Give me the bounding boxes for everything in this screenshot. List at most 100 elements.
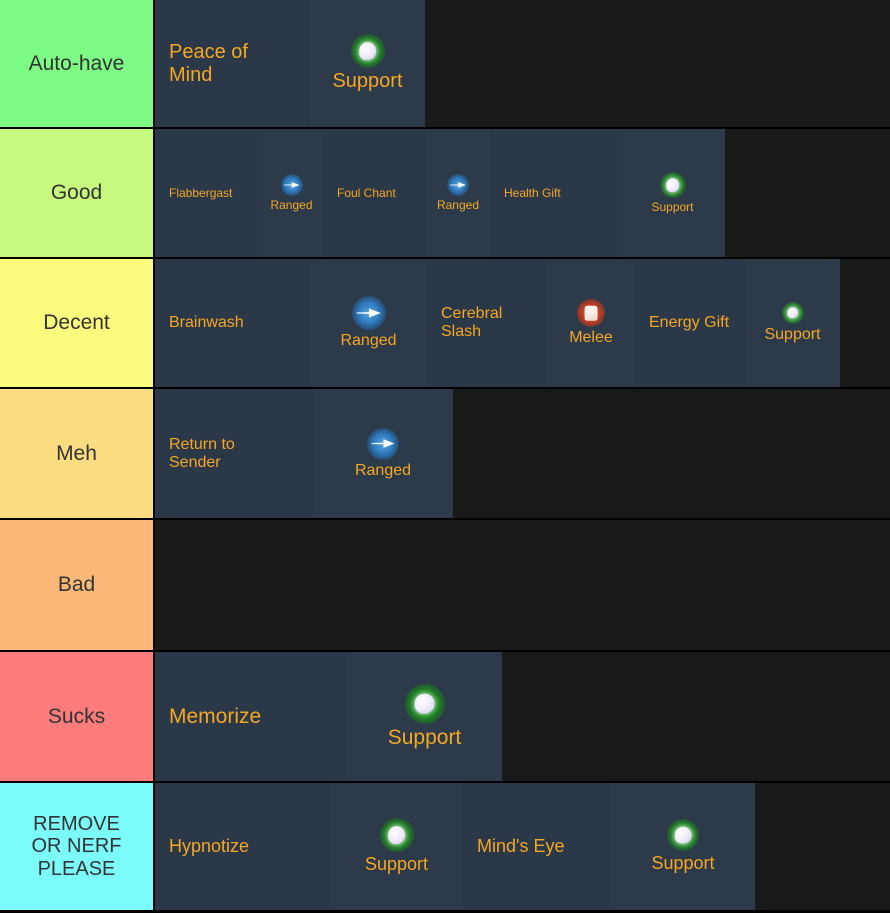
item-name-tile[interactable]: Peace of Mind <box>155 0 310 127</box>
tier-item-card[interactable]: Flabbergast Ranged <box>155 129 323 257</box>
ranged-orb-icon <box>367 427 399 460</box>
ranged-orb-glyph <box>356 308 381 318</box>
item-type-tile[interactable]: Support <box>330 783 463 910</box>
tier-label-decent[interactable]: Decent <box>0 259 155 389</box>
ranged-orb-icon <box>280 174 303 196</box>
item-type-tile[interactable]: Support <box>611 783 755 910</box>
support-orb-icon <box>350 34 385 68</box>
item-name-text: Return to Sender <box>169 435 235 471</box>
item-type-text: Ranged <box>270 198 313 212</box>
item-type-tile[interactable]: Support <box>347 652 502 781</box>
melee-orb-icon <box>577 299 605 327</box>
tier-item-card[interactable]: Energy Gift Support <box>635 259 840 387</box>
tier-label-text: REMOVE OR NERF PLEASE <box>31 812 122 880</box>
support-orb-icon <box>404 683 445 724</box>
item-type-tile[interactable]: Ranged <box>426 129 490 257</box>
tier-item-card[interactable]: Peace of Mind Support <box>155 0 425 127</box>
item-type-text: Ranged <box>340 332 397 349</box>
tier-drop-area[interactable] <box>155 520 890 650</box>
tier-label-auto-have[interactable]: Auto-have <box>0 0 155 129</box>
item-name-text: Brainwash <box>169 314 244 331</box>
tier-item-card[interactable]: Memorize Support <box>155 652 502 781</box>
tier-label-remove-or-nerf-please[interactable]: REMOVE OR NERF PLEASE <box>0 783 155 912</box>
item-type-text: Melee <box>569 329 613 346</box>
item-name-text: Energy Gift <box>649 314 730 331</box>
item-name-tile[interactable]: Brainwash <box>155 259 310 387</box>
support-orb-icon <box>667 819 699 851</box>
support-orb-glyph <box>387 826 406 844</box>
support-orb-icon <box>379 818 414 852</box>
item-name-tile[interactable]: Cerebral Slash <box>427 259 547 387</box>
tier-row: Auto-have Peace of Mind Support <box>0 0 890 129</box>
tier-drop-area[interactable]: Flabbergast Ranged Foul Chant Ranged Health … <box>155 129 890 257</box>
tier-label-text: Meh <box>56 441 97 465</box>
item-name-tile[interactable]: Hypnotize <box>155 783 330 910</box>
item-type-text: Support <box>387 725 462 749</box>
tier-item-card[interactable]: Hypnotize Support <box>155 783 463 910</box>
tier-item-strip: Return to Sender Ranged <box>155 389 453 518</box>
tier-item-card[interactable]: Health Gift Support <box>490 129 725 257</box>
tier-item-card[interactable]: Foul Chant Ranged <box>323 129 490 257</box>
tier-label-text: Bad <box>57 573 96 597</box>
item-name-tile[interactable]: Health Gift <box>490 129 620 257</box>
item-type-tile[interactable]: Melee <box>547 259 635 387</box>
item-type-tile[interactable]: Support <box>745 259 840 387</box>
tier-drop-area[interactable]: Return to Sender Ranged <box>155 389 890 518</box>
item-name-tile[interactable]: Mind's Eye <box>463 783 611 910</box>
item-name-text: Hypnotize <box>169 836 250 856</box>
item-type-text: Support <box>764 326 821 343</box>
item-name-tile[interactable]: Return to Sender <box>155 389 313 518</box>
ranged-orb-glyph <box>371 439 395 448</box>
item-name-text: Peace of Mind <box>169 40 248 86</box>
item-name-tile[interactable]: Foul Chant <box>323 129 426 257</box>
tier-row: REMOVE OR NERF PLEASE Hypnotize Support Min… <box>0 783 890 912</box>
item-type-tile[interactable]: Support <box>620 129 725 257</box>
support-orb-glyph <box>674 826 692 844</box>
item-name-text: Foul Chant <box>337 186 396 200</box>
tier-label-sucks[interactable]: Sucks <box>0 652 155 783</box>
tier-list-board: Auto-have Peace of Mind Support Good Flabber… <box>0 0 890 913</box>
ranged-orb-icon <box>447 174 469 196</box>
support-orb-icon <box>781 302 804 324</box>
tier-label-text: Auto-have <box>28 51 125 75</box>
tier-label-good[interactable]: Good <box>0 129 155 259</box>
ranged-orb-glyph <box>450 182 466 188</box>
tier-row: Sucks Memorize Support <box>0 652 890 783</box>
tier-label-bad[interactable]: Bad <box>0 520 155 652</box>
tier-drop-area[interactable]: Brainwash Ranged Cerebral Slash Melee Energy… <box>155 259 890 387</box>
item-name-tile[interactable]: Memorize <box>155 652 347 781</box>
item-type-text: Support <box>332 70 403 92</box>
tier-row: Bad <box>0 520 890 652</box>
item-type-tile[interactable]: Support <box>310 0 425 127</box>
item-type-tile[interactable]: Ranged <box>260 129 323 257</box>
tier-drop-area[interactable]: Hypnotize Support Mind's Eye Support <box>155 783 890 910</box>
item-type-tile[interactable]: Ranged <box>313 389 453 518</box>
support-orb-icon <box>659 172 686 198</box>
item-type-tile[interactable]: Ranged <box>310 259 427 387</box>
tier-label-text: Sucks <box>47 704 106 728</box>
item-name-tile[interactable]: Energy Gift <box>635 259 745 387</box>
support-orb-glyph <box>358 42 377 60</box>
tier-drop-area[interactable]: Peace of Mind Support <box>155 0 890 127</box>
tier-label-meh[interactable]: Meh <box>0 389 155 520</box>
item-name-text: Flabbergast <box>169 186 233 200</box>
tier-row: Decent Brainwash Ranged Cerebral Slash Melee… <box>0 259 890 389</box>
tier-row: Meh Return to Sender Ranged <box>0 389 890 520</box>
tier-item-strip: Flabbergast Ranged Foul Chant Ranged Health … <box>155 129 730 257</box>
ranged-orb-icon <box>351 296 386 330</box>
item-name-text: Cerebral Slash <box>441 305 503 340</box>
tier-item-card[interactable]: Mind's Eye Support <box>463 783 755 910</box>
tier-item-card[interactable]: Cerebral Slash Melee <box>427 259 635 387</box>
tier-item-card[interactable]: Brainwash Ranged <box>155 259 427 387</box>
tier-drop-area[interactable]: Memorize Support <box>155 652 890 781</box>
item-name-tile[interactable]: Flabbergast <box>155 129 260 257</box>
tier-item-strip: Peace of Mind Support <box>155 0 425 127</box>
item-type-text: Support <box>364 854 429 874</box>
item-type-text: Support <box>651 200 694 214</box>
tier-label-text: Decent <box>43 311 110 335</box>
item-name-text: Mind's Eye <box>477 836 565 856</box>
tier-item-strip: Brainwash Ranged Cerebral Slash Melee Energy… <box>155 259 840 387</box>
support-orb-glyph <box>786 307 799 319</box>
tier-item-card[interactable]: Return to Sender Ranged <box>155 389 453 518</box>
item-name-text: Memorize <box>169 704 262 728</box>
